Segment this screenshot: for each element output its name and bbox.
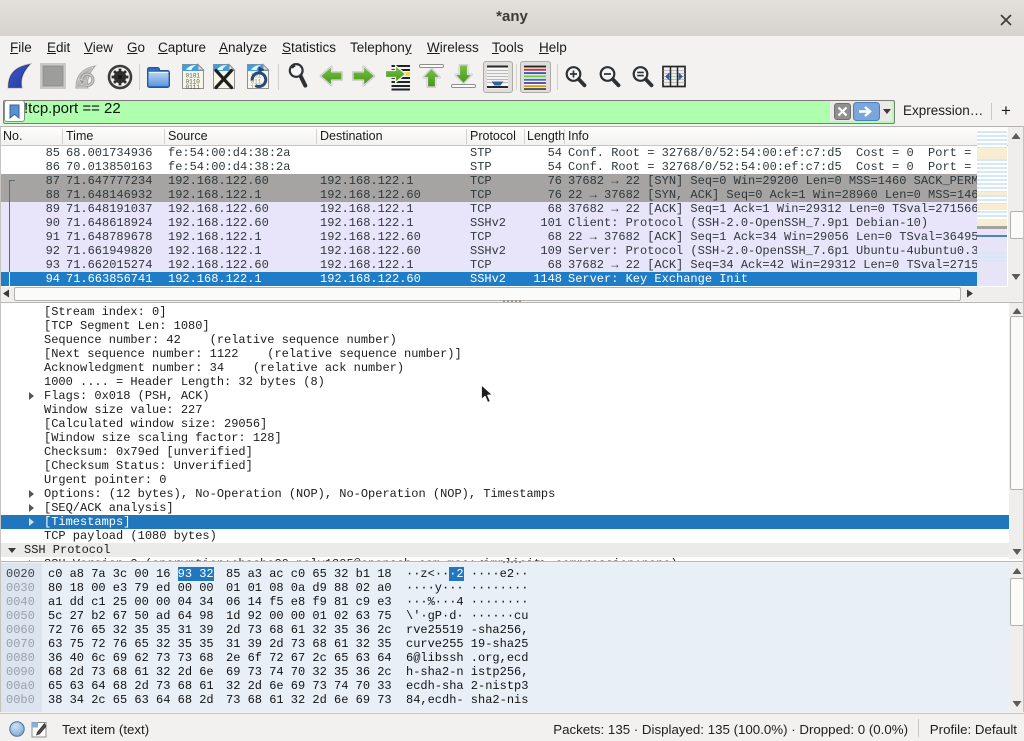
svg-text:0111: 0111 (186, 84, 201, 90)
